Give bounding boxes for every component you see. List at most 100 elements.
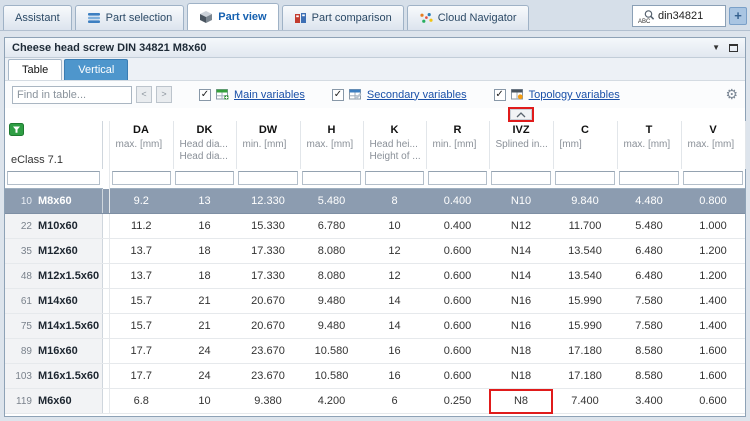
cell-M10x60-H[interactable]: 6.780 xyxy=(300,214,363,239)
cell-M6x60-DW[interactable]: 9.380 xyxy=(236,389,300,414)
filter-input-DW[interactable] xyxy=(238,171,298,185)
cell-M12x60-T[interactable]: 6.480 xyxy=(617,239,681,264)
cell-M16x1.5x60-C[interactable]: 17.180 xyxy=(553,364,617,389)
tab-part-selection[interactable]: Part selection xyxy=(75,5,185,30)
table-row-M8x60[interactable]: 10M8x609.21312.3305.48080.400N109.8404.4… xyxy=(5,189,745,214)
cell-M16x1.5x60-T[interactable]: 8.580 xyxy=(617,364,681,389)
tab-cloud-navigator[interactable]: Cloud Navigator xyxy=(407,5,529,30)
cell-M16x60-DK[interactable]: 24 xyxy=(173,339,236,364)
filter-input-K[interactable] xyxy=(365,171,424,185)
row-header-M16x60[interactable]: 89M16x60 xyxy=(5,339,102,364)
filter-input-IVZ[interactable] xyxy=(491,171,551,185)
cell-M12x60-DA[interactable]: 13.7 xyxy=(109,239,173,264)
cell-M14x60-DK[interactable]: 21 xyxy=(173,289,236,314)
cell-M12x1.5x60-V[interactable]: 1.200 xyxy=(681,264,745,289)
table-row-M10x60[interactable]: 22M10x6011.21615.3306.780100.400N1211.70… xyxy=(5,214,745,239)
find-next-button[interactable]: > xyxy=(156,86,172,103)
cell-M14x1.5x60-DA[interactable]: 15.7 xyxy=(109,314,173,339)
cell-M14x1.5x60-H[interactable]: 9.480 xyxy=(300,314,363,339)
cell-M10x60-K[interactable]: 10 xyxy=(363,214,426,239)
secondary-variables-link[interactable]: Secondary variables xyxy=(367,89,467,101)
row-header-M12x60[interactable]: 35M12x60 xyxy=(5,239,102,264)
cell-M16x1.5x60-H[interactable]: 10.580 xyxy=(300,364,363,389)
column-header-R[interactable]: Rmin. [mm] xyxy=(426,121,489,169)
cell-M12x60-H[interactable]: 8.080 xyxy=(300,239,363,264)
cell-M16x60-C[interactable]: 17.180 xyxy=(553,339,617,364)
filter-input-row-header[interactable] xyxy=(7,171,100,185)
cell-M14x60-C[interactable]: 15.990 xyxy=(553,289,617,314)
row-header-M6x60[interactable]: 119M6x60 xyxy=(5,389,102,414)
cell-M16x60-T[interactable]: 8.580 xyxy=(617,339,681,364)
table-row-M16x60[interactable]: 89M16x6017.72423.67010.580160.600N1817.1… xyxy=(5,339,745,364)
cell-M8x60-V[interactable]: 0.800 xyxy=(681,189,745,214)
column-header-H[interactable]: Hmax. [mm] xyxy=(300,121,363,169)
search-input[interactable] xyxy=(658,10,720,22)
cell-M16x60-IVZ[interactable]: N18 xyxy=(489,339,553,364)
cell-M10x60-DW[interactable]: 15.330 xyxy=(236,214,300,239)
cell-M14x1.5x60-DK[interactable]: 21 xyxy=(173,314,236,339)
cell-M14x60-V[interactable]: 1.400 xyxy=(681,289,745,314)
cell-M6x60-C[interactable]: 7.400 xyxy=(553,389,617,414)
cell-M12x60-V[interactable]: 1.200 xyxy=(681,239,745,264)
cell-M12x1.5x60-DK[interactable]: 18 xyxy=(173,264,236,289)
cell-M8x60-DK[interactable]: 13 xyxy=(173,189,236,214)
cell-M14x60-DA[interactable]: 15.7 xyxy=(109,289,173,314)
column-header-V[interactable]: Vmax. [mm] xyxy=(681,121,745,169)
cell-M14x60-T[interactable]: 7.580 xyxy=(617,289,681,314)
cell-M8x60-R[interactable]: 0.400 xyxy=(426,189,489,214)
cell-M14x60-R[interactable]: 0.600 xyxy=(426,289,489,314)
cell-M12x60-DW[interactable]: 17.330 xyxy=(236,239,300,264)
cell-M14x60-K[interactable]: 14 xyxy=(363,289,426,314)
row-header-M12x1.5x60[interactable]: 48M12x1.5x60 xyxy=(5,264,102,289)
filter-input-C[interactable] xyxy=(555,171,615,185)
cell-M10x60-IVZ[interactable]: N12 xyxy=(489,214,553,239)
main-variables-checkbox[interactable]: ✓ xyxy=(199,89,211,101)
cell-M16x60-DA[interactable]: 17.7 xyxy=(109,339,173,364)
table-row-M6x60[interactable]: 119M6x606.8109.3804.20060.250N87.4003.40… xyxy=(5,389,745,414)
add-tab-button[interactable]: + xyxy=(729,7,747,25)
cell-M12x1.5x60-R[interactable]: 0.600 xyxy=(426,264,489,289)
collapse-column-button annotation-arrow-highlight[interactable] xyxy=(510,109,532,120)
cell-M14x1.5x60-DW[interactable]: 20.670 xyxy=(236,314,300,339)
cell-M14x1.5x60-IVZ[interactable]: N16 xyxy=(489,314,553,339)
table-row-M14x1.5x60[interactable]: 75M14x1.5x6015.72120.6709.480140.600N161… xyxy=(5,314,745,339)
row-header-M10x60[interactable]: 22M10x60 xyxy=(5,214,102,239)
cell-M10x60-T[interactable]: 5.480 xyxy=(617,214,681,239)
cell-M10x60-DA[interactable]: 11.2 xyxy=(109,214,173,239)
cell-M8x60-K[interactable]: 8 xyxy=(363,189,426,214)
cell-M16x1.5x60-DA[interactable]: 17.7 xyxy=(109,364,173,389)
cell-M12x1.5x60-IVZ[interactable]: N14 xyxy=(489,264,553,289)
cell-M12x1.5x60-T[interactable]: 6.480 xyxy=(617,264,681,289)
cell-M16x60-R[interactable]: 0.600 xyxy=(426,339,489,364)
cell-M12x1.5x60-K[interactable]: 12 xyxy=(363,264,426,289)
find-in-table-input[interactable] xyxy=(12,86,132,104)
table-row-M12x60[interactable]: 35M12x6013.71817.3308.080120.600N1413.54… xyxy=(5,239,745,264)
cell-M8x60-H[interactable]: 5.480 xyxy=(300,189,363,214)
column-header-DA[interactable]: DAmax. [mm] xyxy=(109,121,173,169)
main-variables-link[interactable]: Main variables xyxy=(234,89,305,101)
filter-input-DA[interactable] xyxy=(112,171,172,185)
cell-M12x1.5x60-C[interactable]: 13.540 xyxy=(553,264,617,289)
cell-M12x60-R[interactable]: 0.600 xyxy=(426,239,489,264)
filter-input-V[interactable] xyxy=(683,171,743,185)
cell-M12x1.5x60-H[interactable]: 8.080 xyxy=(300,264,363,289)
cell-M10x60-R[interactable]: 0.400 xyxy=(426,214,489,239)
cell-M16x60-K[interactable]: 16 xyxy=(363,339,426,364)
cell-M12x60-K[interactable]: 12 xyxy=(363,239,426,264)
cell-M8x60-DW[interactable]: 12.330 xyxy=(236,189,300,214)
cell-M10x60-V[interactable]: 1.000 xyxy=(681,214,745,239)
tab-assistant[interactable]: Assistant xyxy=(3,5,72,30)
cell-M14x1.5x60-C[interactable]: 15.990 xyxy=(553,314,617,339)
secondary-variables-checkbox[interactable]: ✓ xyxy=(332,89,344,101)
maximize-icon[interactable] xyxy=(729,44,738,52)
tab-vertical-view[interactable]: Vertical xyxy=(64,59,128,80)
cell-M6x60-DK[interactable]: 10 xyxy=(173,389,236,414)
filter-input-T[interactable] xyxy=(619,171,679,185)
column-header-T[interactable]: Tmax. [mm] xyxy=(617,121,681,169)
cell-M6x60-IVZ annotation-cell-highlight[interactable]: N8 xyxy=(489,389,553,414)
row-header-M16x1.5x60[interactable]: 103M16x1.5x60 xyxy=(5,364,102,389)
cell-M8x60-T[interactable]: 4.480 xyxy=(617,189,681,214)
cell-M14x1.5x60-T[interactable]: 7.580 xyxy=(617,314,681,339)
cell-M6x60-V[interactable]: 0.600 xyxy=(681,389,745,414)
cell-M12x60-C[interactable]: 13.540 xyxy=(553,239,617,264)
